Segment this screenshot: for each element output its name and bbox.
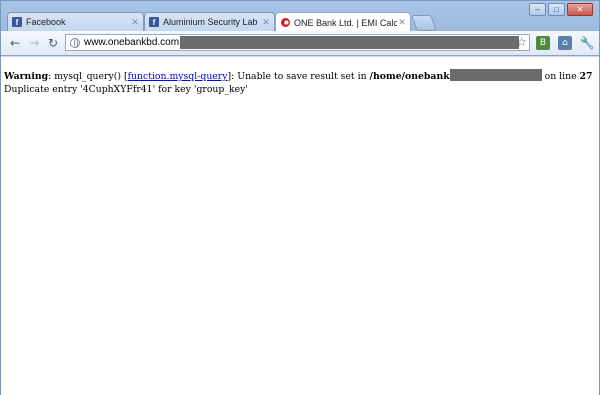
facebook-icon: f — [12, 17, 22, 27]
warning-label: Warning — [4, 71, 49, 82]
tab-title: ONE Bank Ltd. | EMI Calculato — [294, 17, 397, 28]
close-icon[interactable]: ✕ — [130, 17, 140, 28]
back-button[interactable]: ← — [7, 35, 23, 51]
forward-button[interactable]: → — [26, 35, 42, 51]
tab-onebank-emi-calculator[interactable]: ONE Bank Ltd. | EMI Calculato ✕ — [275, 12, 411, 32]
facebook-icon: f — [149, 17, 159, 27]
duplicate-entry-line: Duplicate entry '4CuphXYFfr41' for key '… — [4, 84, 248, 95]
address-bar[interactable]: www.onebankbd.com ☆ — [65, 34, 530, 51]
tab-facebook[interactable]: f Facebook ✕ — [7, 12, 144, 31]
redacted-path-block — [449, 69, 542, 81]
new-tab-button[interactable] — [411, 15, 437, 31]
warning-line: Warning: mysql_query() [function.mysql-q… — [4, 69, 593, 83]
warning-text: : mysql_query() [ — [48, 71, 128, 82]
extension-icon[interactable]: B — [536, 36, 550, 50]
extension-icon[interactable]: ⌂ — [558, 36, 572, 50]
page-content: Warning: mysql_query() [function.mysql-q… — [1, 56, 599, 395]
maximize-button[interactable]: □ — [548, 3, 565, 16]
reload-button[interactable]: ↻ — [45, 35, 61, 51]
tab-title: Aluminium Security Lab — [163, 17, 258, 27]
globe-icon — [70, 37, 80, 48]
redacted-url-block — [180, 36, 520, 49]
tab-title: Facebook — [26, 17, 66, 27]
url-text: www.onebankbd.com — [84, 37, 180, 48]
tab-aluminium-security-lab[interactable]: f Aluminium Security Lab ✕ — [144, 12, 275, 31]
line-number: 27 — [579, 71, 593, 82]
browser-toolbar: ← → ↻ www.onebankbd.com ☆ B ⌂ 🔧 — [1, 31, 599, 56]
wrench-icon[interactable]: 🔧 — [579, 35, 595, 51]
minimize-button[interactable]: – — [529, 3, 546, 16]
window-controls: – □ ✕ — [527, 3, 593, 16]
php-warning-message: Warning: mysql_query() [function.mysql-q… — [4, 69, 593, 96]
onebank-icon — [280, 17, 290, 28]
browser-window: f Facebook ✕ f Aluminium Security Lab ✕ … — [0, 0, 600, 395]
warning-text: ]: Unable to save result set in — [227, 71, 370, 82]
tab-strip: f Facebook ✕ f Aluminium Security Lab ✕ … — [1, 1, 599, 32]
bookmark-star-icon[interactable]: ☆ — [516, 35, 527, 49]
file-path: /home/onebank — [369, 71, 450, 82]
window-close-button[interactable]: ✕ — [567, 3, 593, 16]
function-doc-link[interactable]: function.mysql-query — [128, 71, 228, 82]
warning-text: on line — [541, 71, 580, 82]
close-icon[interactable]: ✕ — [261, 17, 271, 28]
close-icon[interactable]: ✕ — [397, 17, 407, 28]
